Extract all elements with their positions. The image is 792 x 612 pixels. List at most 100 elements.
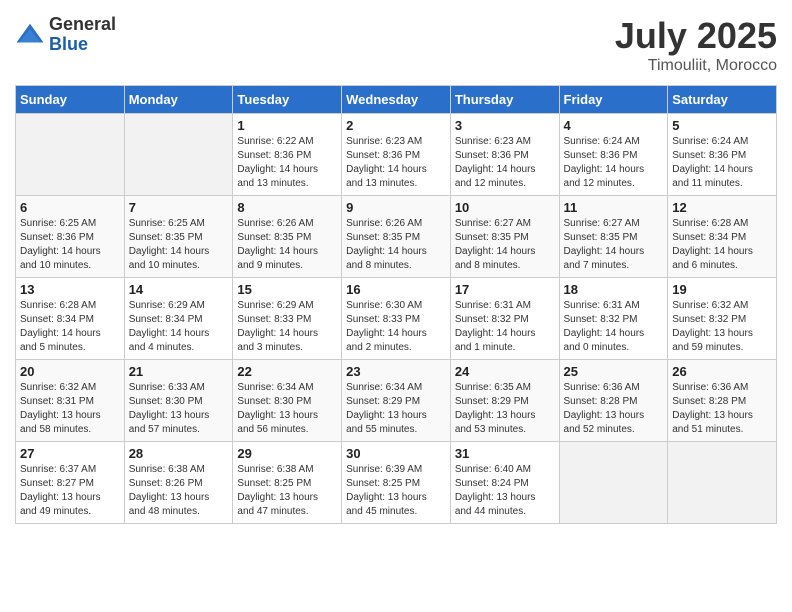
calendar-cell: 18Sunrise: 6:31 AM Sunset: 8:32 PM Dayli… <box>559 278 668 360</box>
day-number: 6 <box>20 200 120 215</box>
weekday-header-cell: Sunday <box>16 86 125 114</box>
day-info: Sunrise: 6:30 AM Sunset: 8:33 PM Dayligh… <box>346 299 446 355</box>
calendar-cell: 6 Sunrise: 6:25 AM Sunset: 8:36 PM Daylig… <box>16 196 125 278</box>
day-number: 14 <box>129 282 229 297</box>
calendar-week-row: 13Sunrise: 6:28 AM Sunset: 8:34 PM Dayli… <box>16 278 777 360</box>
calendar-cell: 24 Sunrise: 6:35 AM Sunset: 8:29 PM Dayli… <box>450 360 559 442</box>
day-number: 1 <box>237 118 337 133</box>
day-info: Sunrise: 6:40 AM Sunset: 8:24 PM Dayligh… <box>455 463 555 519</box>
day-number: 5 <box>672 118 772 133</box>
day-number: 29 <box>237 446 337 461</box>
day-info: Sunrise: 6:32 AM Sunset: 8:31 PM Dayligh… <box>20 381 120 437</box>
day-info: Sunrise: 6:38 AM Sunset: 8:25 PM Dayligh… <box>237 463 337 519</box>
day-number: 8 <box>237 200 337 215</box>
day-number: 25 <box>564 364 664 379</box>
logo-icon <box>15 20 45 50</box>
day-info: Sunrise: 6:35 AM Sunset: 8:29 PM Dayligh… <box>455 381 555 437</box>
header: General Blue July 2025 Timouliit, Morocc… <box>15 15 777 75</box>
day-info: Sunrise: 6:23 AM Sunset: 8:36 PM Dayligh… <box>346 135 446 191</box>
calendar-cell: 17 Sunrise: 6:31 AM Sunset: 8:32 PM Dayli… <box>450 278 559 360</box>
calendar-cell: 12 Sunrise: 6:28 AM Sunset: 8:34 PM Dayli… <box>668 196 777 278</box>
weekday-header-cell: Thursday <box>450 86 559 114</box>
day-number: 16 <box>346 282 446 297</box>
calendar-cell: 3Sunrise: 6:23 AM Sunset: 8:36 PM Daylig… <box>450 114 559 196</box>
calendar-cell: 7 Sunrise: 6:25 AM Sunset: 8:35 PM Daylig… <box>124 196 233 278</box>
day-info: Sunrise: 6:34 AM Sunset: 8:29 PM Dayligh… <box>346 381 446 437</box>
day-number: 20 <box>20 364 120 379</box>
weekday-header-cell: Friday <box>559 86 668 114</box>
calendar-table: SundayMondayTuesdayWednesdayThursdayFrid… <box>15 85 777 524</box>
calendar-cell: 22Sunrise: 6:34 AM Sunset: 8:30 PM Dayli… <box>233 360 342 442</box>
day-info: Sunrise: 6:31 AM Sunset: 8:32 PM Dayligh… <box>564 299 664 355</box>
day-info: Sunrise: 6:25 AM Sunset: 8:35 PM Dayligh… <box>129 217 229 273</box>
day-info: Sunrise: 6:24 AM Sunset: 8:36 PM Dayligh… <box>564 135 664 191</box>
calendar-body: 1 Sunrise: 6:22 AM Sunset: 8:36 PM Daylig… <box>16 114 777 524</box>
day-info: Sunrise: 6:24 AM Sunset: 8:36 PM Dayligh… <box>672 135 772 191</box>
day-number: 12 <box>672 200 772 215</box>
calendar-cell: 5 Sunrise: 6:24 AM Sunset: 8:36 PM Daylig… <box>668 114 777 196</box>
calendar-cell <box>668 442 777 524</box>
calendar-cell: 25 Sunrise: 6:36 AM Sunset: 8:28 PM Dayli… <box>559 360 668 442</box>
day-info: Sunrise: 6:36 AM Sunset: 8:28 PM Dayligh… <box>564 381 664 437</box>
calendar-cell: 19 Sunrise: 6:32 AM Sunset: 8:32 PM Dayli… <box>668 278 777 360</box>
day-info: Sunrise: 6:26 AM Sunset: 8:35 PM Dayligh… <box>237 217 337 273</box>
calendar-week-row: 20 Sunrise: 6:32 AM Sunset: 8:31 PM Dayli… <box>16 360 777 442</box>
day-info: Sunrise: 6:37 AM Sunset: 8:27 PM Dayligh… <box>20 463 120 519</box>
calendar-cell <box>16 114 125 196</box>
day-number: 19 <box>672 282 772 297</box>
day-info: Sunrise: 6:31 AM Sunset: 8:32 PM Dayligh… <box>455 299 555 355</box>
day-info: Sunrise: 6:25 AM Sunset: 8:36 PM Dayligh… <box>20 217 120 273</box>
calendar-cell: 1 Sunrise: 6:22 AM Sunset: 8:36 PM Daylig… <box>233 114 342 196</box>
logo: General Blue <box>15 15 116 55</box>
day-info: Sunrise: 6:22 AM Sunset: 8:36 PM Dayligh… <box>237 135 337 191</box>
day-number: 28 <box>129 446 229 461</box>
day-info: Sunrise: 6:29 AM Sunset: 8:34 PM Dayligh… <box>129 299 229 355</box>
location-subtitle: Timouliit, Morocco <box>615 57 777 75</box>
day-number: 31 <box>455 446 555 461</box>
day-info: Sunrise: 6:38 AM Sunset: 8:26 PM Dayligh… <box>129 463 229 519</box>
calendar-week-row: 6 Sunrise: 6:25 AM Sunset: 8:36 PM Daylig… <box>16 196 777 278</box>
day-info: Sunrise: 6:27 AM Sunset: 8:35 PM Dayligh… <box>564 217 664 273</box>
day-number: 27 <box>20 446 120 461</box>
day-number: 21 <box>129 364 229 379</box>
day-number: 7 <box>129 200 229 215</box>
day-number: 24 <box>455 364 555 379</box>
day-number: 3 <box>455 118 555 133</box>
calendar-cell <box>124 114 233 196</box>
month-year-title: July 2025 <box>615 15 777 57</box>
calendar-cell: 16 Sunrise: 6:30 AM Sunset: 8:33 PM Dayli… <box>342 278 451 360</box>
calendar-cell: 29 Sunrise: 6:38 AM Sunset: 8:25 PM Dayli… <box>233 442 342 524</box>
calendar-cell: 8 Sunrise: 6:26 AM Sunset: 8:35 PM Daylig… <box>233 196 342 278</box>
calendar-cell <box>559 442 668 524</box>
day-number: 10 <box>455 200 555 215</box>
weekday-header-cell: Monday <box>124 86 233 114</box>
calendar-cell: 11Sunrise: 6:27 AM Sunset: 8:35 PM Dayli… <box>559 196 668 278</box>
weekday-header-row: SundayMondayTuesdayWednesdayThursdayFrid… <box>16 86 777 114</box>
day-info: Sunrise: 6:26 AM Sunset: 8:35 PM Dayligh… <box>346 217 446 273</box>
weekday-header-cell: Saturday <box>668 86 777 114</box>
weekday-header-cell: Wednesday <box>342 86 451 114</box>
calendar-cell: 27 Sunrise: 6:37 AM Sunset: 8:27 PM Dayli… <box>16 442 125 524</box>
day-info: Sunrise: 6:33 AM Sunset: 8:30 PM Dayligh… <box>129 381 229 437</box>
calendar-cell: 20 Sunrise: 6:32 AM Sunset: 8:31 PM Dayli… <box>16 360 125 442</box>
day-number: 17 <box>455 282 555 297</box>
day-number: 9 <box>346 200 446 215</box>
logo-blue-text: Blue <box>49 35 116 55</box>
day-number: 13 <box>20 282 120 297</box>
calendar-cell: 2Sunrise: 6:23 AM Sunset: 8:36 PM Daylig… <box>342 114 451 196</box>
day-info: Sunrise: 6:39 AM Sunset: 8:25 PM Dayligh… <box>346 463 446 519</box>
day-info: Sunrise: 6:32 AM Sunset: 8:32 PM Dayligh… <box>672 299 772 355</box>
day-number: 30 <box>346 446 446 461</box>
calendar-cell: 4Sunrise: 6:24 AM Sunset: 8:36 PM Daylig… <box>559 114 668 196</box>
day-number: 23 <box>346 364 446 379</box>
day-number: 15 <box>237 282 337 297</box>
day-info: Sunrise: 6:27 AM Sunset: 8:35 PM Dayligh… <box>455 217 555 273</box>
calendar-cell: 14 Sunrise: 6:29 AM Sunset: 8:34 PM Dayli… <box>124 278 233 360</box>
calendar-cell: 31 Sunrise: 6:40 AM Sunset: 8:24 PM Dayli… <box>450 442 559 524</box>
calendar-week-row: 27 Sunrise: 6:37 AM Sunset: 8:27 PM Dayli… <box>16 442 777 524</box>
day-info: Sunrise: 6:29 AM Sunset: 8:33 PM Dayligh… <box>237 299 337 355</box>
title-area: July 2025 Timouliit, Morocco <box>615 15 777 75</box>
day-info: Sunrise: 6:28 AM Sunset: 8:34 PM Dayligh… <box>672 217 772 273</box>
calendar-week-row: 1 Sunrise: 6:22 AM Sunset: 8:36 PM Daylig… <box>16 114 777 196</box>
calendar-cell: 10 Sunrise: 6:27 AM Sunset: 8:35 PM Dayli… <box>450 196 559 278</box>
